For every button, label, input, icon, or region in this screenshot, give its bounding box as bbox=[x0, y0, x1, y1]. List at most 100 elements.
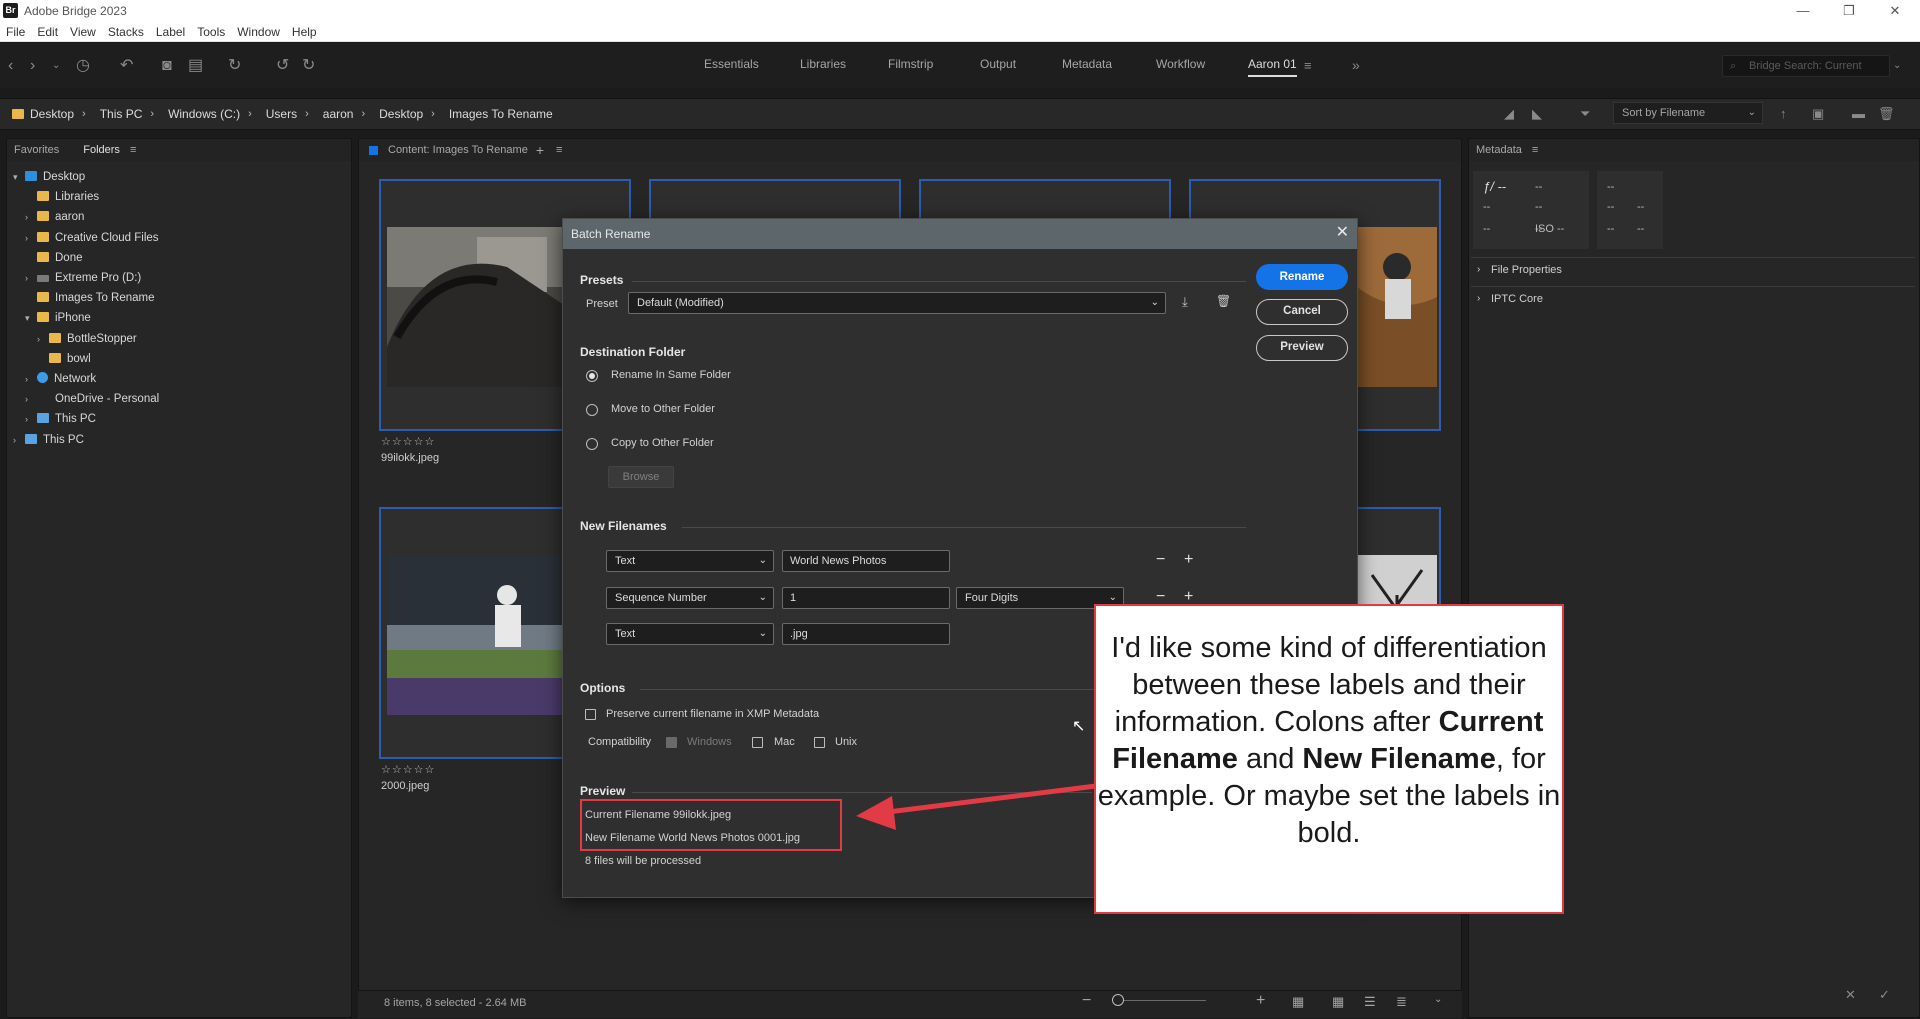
close-window-button[interactable]: ✕ bbox=[1872, 0, 1918, 22]
rating-stars[interactable]: ☆☆☆☆☆ bbox=[381, 763, 435, 776]
zoom-out-icon[interactable]: − bbox=[1082, 992, 1091, 1010]
folder-tree-item[interactable]: › aaron bbox=[25, 207, 84, 227]
folder-tree-item[interactable]: Done bbox=[25, 248, 83, 268]
zoom-slider-handle[interactable] bbox=[1112, 994, 1124, 1006]
workspace-libraries[interactable]: Libraries bbox=[800, 57, 846, 71]
panel-menu-icon[interactable]: ≡ bbox=[1532, 139, 1538, 161]
sort-dropdown[interactable]: Sort by Filename ⌄ bbox=[1613, 102, 1763, 124]
rotate-right-icon[interactable]: ↻ bbox=[302, 43, 315, 88]
zoom-in-icon[interactable]: + bbox=[1256, 992, 1265, 1010]
filename-part-type-3[interactable]: Text ⌄ bbox=[606, 623, 774, 645]
remove-row-icon[interactable]: − bbox=[1156, 552, 1165, 568]
back-icon[interactable]: ‹ bbox=[8, 43, 13, 88]
menu-label[interactable]: Label bbox=[150, 22, 191, 42]
folder-tree-item[interactable]: ▾ iPhone bbox=[25, 308, 91, 328]
chevron-right-icon[interactable]: › bbox=[25, 409, 37, 429]
folder-tree-item[interactable]: ▾ Desktop bbox=[13, 167, 85, 187]
apply-metadata-icon[interactable]: ✓ bbox=[1879, 987, 1890, 1003]
cancel-metadata-icon[interactable]: ✕ bbox=[1845, 987, 1856, 1003]
workspace-aaron-01[interactable]: Aaron 01 bbox=[1248, 57, 1297, 77]
chevron-right-icon[interactable]: › bbox=[25, 369, 37, 389]
workspace-essentials[interactable]: Essentials bbox=[704, 57, 759, 71]
mac-checkbox[interactable] bbox=[752, 737, 763, 748]
breadcrumb-this-pc[interactable]: This PC bbox=[100, 107, 143, 121]
save-preset-icon[interactable]: ⤓ bbox=[1182, 294, 1188, 310]
filename-part-text-1[interactable]: World News Photos bbox=[782, 550, 950, 572]
sort-ascending-icon[interactable]: ↑ bbox=[1780, 98, 1787, 130]
section-iptc-core[interactable]: › IPTC Core bbox=[1471, 286, 1915, 310]
folder-tree-item[interactable]: › This PC bbox=[13, 430, 84, 450]
breadcrumb-aaron[interactable]: aaron bbox=[323, 107, 354, 121]
minimize-button[interactable]: — bbox=[1780, 0, 1826, 22]
chevron-right-icon[interactable]: › bbox=[13, 430, 25, 450]
folder-tree-item[interactable]: › Extreme Pro (D:) bbox=[25, 268, 141, 288]
close-icon[interactable]: ✕ bbox=[1336, 223, 1349, 243]
add-row-icon[interactable]: + bbox=[1184, 552, 1193, 568]
menu-stacks[interactable]: Stacks bbox=[102, 22, 150, 42]
chevron-right-icon[interactable]: › bbox=[25, 389, 37, 409]
rating-filter-icon[interactable]: ◣ bbox=[1532, 98, 1542, 130]
preserve-filename-checkbox[interactable] bbox=[585, 709, 596, 720]
zoom-slider-track[interactable] bbox=[1116, 1000, 1206, 1001]
tab-favorites[interactable]: Favorites bbox=[14, 139, 59, 161]
cancel-button[interactable]: Cancel bbox=[1256, 299, 1348, 325]
chevron-down-icon[interactable]: ⌄ bbox=[52, 43, 60, 88]
chevron-down-icon[interactable]: ▾ bbox=[25, 308, 37, 328]
more-workspaces-icon[interactable]: » bbox=[1352, 43, 1360, 88]
workspace-filmstrip[interactable]: Filmstrip bbox=[888, 57, 933, 71]
menu-view[interactable]: View bbox=[64, 22, 102, 42]
rename-button[interactable]: Rename bbox=[1256, 264, 1348, 290]
chevron-right-icon[interactable]: › bbox=[25, 207, 37, 227]
content-tab[interactable]: Content: Images To Rename bbox=[388, 139, 528, 161]
quality-icon[interactable]: ◢ bbox=[1504, 98, 1514, 130]
refine-icon[interactable]: ▤ bbox=[188, 43, 203, 88]
delete-icon[interactable]: 🗑 bbox=[1878, 98, 1895, 130]
folder-tree-item[interactable]: Images To Rename bbox=[25, 288, 155, 308]
browse-button[interactable]: Browse bbox=[608, 466, 674, 488]
panel-menu-icon[interactable]: ≡ bbox=[556, 139, 562, 161]
menu-tools[interactable]: Tools bbox=[191, 22, 231, 42]
folder-tree-item[interactable]: › OneDrive - Personal bbox=[25, 389, 159, 409]
workspace-metadata[interactable]: Metadata bbox=[1062, 57, 1112, 71]
folder-tree-item[interactable]: › BottleStopper bbox=[37, 329, 137, 349]
rating-stars[interactable]: ☆☆☆☆☆ bbox=[381, 435, 435, 448]
folder-tree-item[interactable]: › Network bbox=[25, 369, 96, 389]
view-thumbnails-icon[interactable]: ▦ bbox=[1332, 994, 1344, 1010]
breadcrumb-users[interactable]: Users bbox=[266, 107, 297, 121]
delete-preset-icon[interactable]: 🗑 bbox=[1216, 294, 1231, 308]
breadcrumb-windows-c[interactable]: Windows (C:) bbox=[168, 107, 240, 121]
sequence-start-input[interactable]: 1 bbox=[782, 587, 950, 609]
folder-tree-item[interactable]: Libraries bbox=[25, 187, 99, 207]
chevron-down-icon[interactable]: ⌄ bbox=[1434, 994, 1442, 1005]
folder-tree-item[interactable]: › This PC bbox=[25, 409, 96, 429]
camera-icon[interactable]: ◙ bbox=[162, 43, 172, 88]
remove-row-icon[interactable]: − bbox=[1156, 589, 1165, 605]
section-file-properties[interactable]: › File Properties bbox=[1471, 257, 1915, 281]
sync-icon[interactable]: ↻ bbox=[228, 43, 241, 88]
grid-lock-icon[interactable]: ▦ bbox=[1292, 994, 1304, 1010]
filename-part-text-3[interactable]: .jpg bbox=[782, 623, 950, 645]
search-options-chevron-icon[interactable]: ⌄ bbox=[1893, 43, 1901, 88]
filter-icon[interactable]: ⏷ bbox=[1580, 98, 1590, 130]
add-row-icon[interactable]: + bbox=[1184, 589, 1193, 605]
open-recent-icon[interactable]: ▣ bbox=[1812, 98, 1824, 130]
restore-button[interactable]: ❐ bbox=[1826, 0, 1872, 22]
menu-file[interactable]: File bbox=[0, 22, 31, 42]
metadata-tab[interactable]: Metadata bbox=[1476, 139, 1522, 161]
tab-folders[interactable]: Folders bbox=[83, 139, 120, 161]
hamburger-icon[interactable]: ≡ bbox=[1304, 43, 1312, 88]
panel-menu-icon[interactable]: ≡ bbox=[130, 139, 136, 161]
search-input[interactable]: ⌕ Bridge Search: Current bbox=[1722, 55, 1890, 77]
view-list-icon[interactable]: ≣ bbox=[1396, 994, 1407, 1010]
chevron-down-icon[interactable]: ▾ bbox=[13, 167, 25, 187]
workspace-workflow[interactable]: Workflow bbox=[1156, 57, 1205, 71]
filename-part-type-1[interactable]: Text ⌄ bbox=[606, 550, 774, 572]
new-folder-icon[interactable]: ▬ bbox=[1852, 98, 1865, 130]
chevron-right-icon[interactable]: › bbox=[37, 329, 49, 349]
preview-button[interactable]: Preview bbox=[1256, 335, 1348, 361]
rotate-left-icon[interactable]: ↺ bbox=[276, 43, 289, 88]
menu-window[interactable]: Window bbox=[231, 22, 286, 42]
forward-icon[interactable]: › bbox=[30, 43, 35, 88]
menu-edit[interactable]: Edit bbox=[31, 22, 64, 42]
preset-dropdown[interactable]: Default (Modified) ⌄ bbox=[628, 292, 1166, 314]
